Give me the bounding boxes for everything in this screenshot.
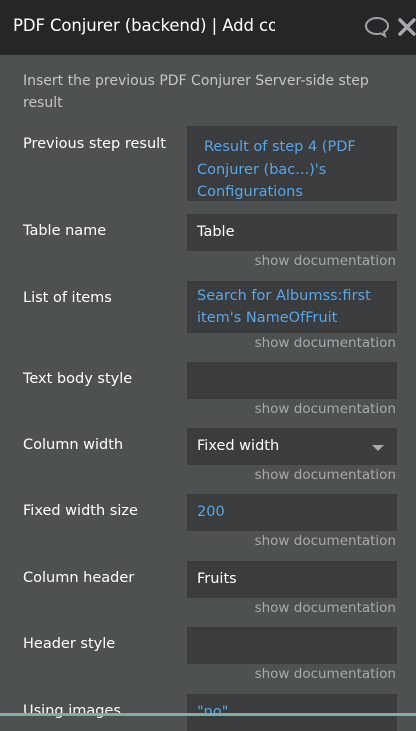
- column-width-dropdown[interactable]: Fixed width: [187, 428, 397, 465]
- header-style-label: Header style: [23, 636, 116, 652]
- table-name-doc-link[interactable]: show documentation: [255, 253, 396, 269]
- previous-step-field[interactable]: Result of step 4 (PDF Conjurer (bac...)'…: [187, 126, 397, 201]
- using-images-label: Using images: [23, 703, 121, 719]
- chevron-down-icon: [372, 445, 384, 451]
- close-icon[interactable]: [398, 18, 416, 40]
- column-header-doc-link[interactable]: show documentation: [255, 600, 396, 616]
- text-body-style-label: Text body style: [23, 371, 133, 387]
- list-items-input[interactable]: Search for Albumss:first item's NameOfFr…: [187, 281, 397, 333]
- column-width-value: Fixed width: [197, 438, 280, 454]
- list-items-doc-link[interactable]: show documentation: [255, 335, 396, 351]
- fixed-width-size-doc-link[interactable]: show documentation: [255, 533, 396, 549]
- text-body-style-doc-link[interactable]: show documentation: [255, 401, 396, 417]
- panel-title: PDF Conjurer (backend) | Add co: [13, 16, 275, 35]
- list-items-label: List of items: [23, 290, 112, 306]
- panel-description: Insert the previous PDF Conjurer Server-…: [23, 73, 369, 111]
- table-name-input[interactable]: Table: [187, 214, 397, 251]
- text-body-style-input[interactable]: [187, 362, 397, 399]
- column-width-doc-link[interactable]: show documentation: [255, 467, 396, 483]
- previous-step-value: Result of step 4 (PDF Conjurer (bac...)'…: [197, 139, 356, 200]
- header-style-doc-link[interactable]: show documentation: [255, 666, 396, 682]
- table-name-label: Table name: [23, 223, 107, 239]
- comment-icon[interactable]: [364, 15, 390, 43]
- column-header-label: Column header: [23, 570, 135, 586]
- previous-step-label: Previous step result: [23, 136, 166, 152]
- column-width-label: Column width: [23, 437, 124, 453]
- fixed-width-size-label: Fixed width size: [23, 503, 138, 519]
- panel-header: PDF Conjurer (backend) | Add co: [0, 0, 416, 55]
- header-style-input[interactable]: [187, 627, 397, 664]
- column-header-input[interactable]: Fruits: [187, 561, 397, 598]
- fixed-width-size-input[interactable]: 200: [187, 494, 397, 531]
